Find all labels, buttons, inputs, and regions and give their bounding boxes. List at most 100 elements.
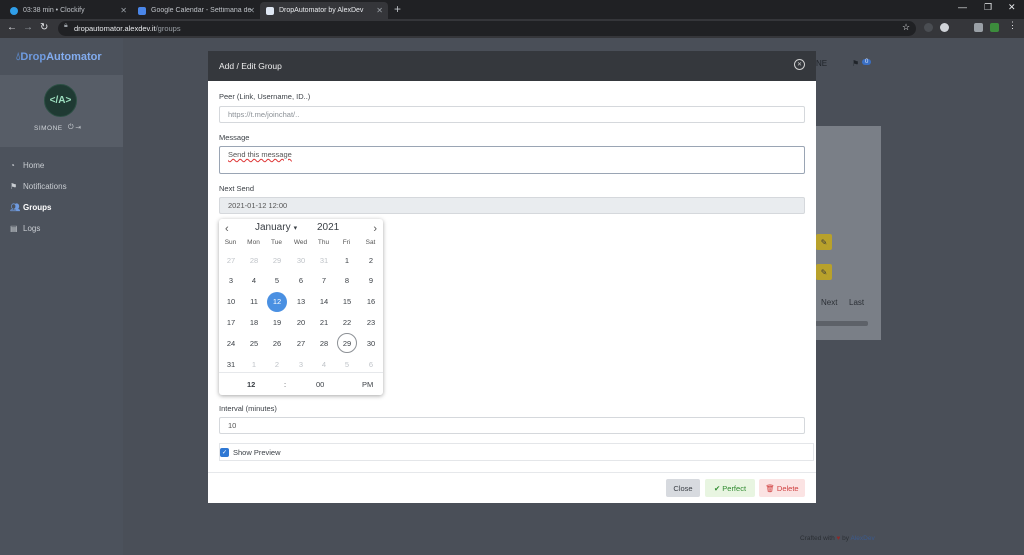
calendar-day[interactable]: 7 xyxy=(314,271,334,291)
calendar-day[interactable]: 26 xyxy=(267,333,287,353)
extension-icon[interactable] xyxy=(990,23,999,32)
calendar-day[interactable]: 5 xyxy=(267,271,287,291)
back-icon[interactable]: ← xyxy=(7,22,17,33)
close-icon[interactable]: ✕ xyxy=(376,6,383,15)
weekday-label: Mon xyxy=(247,239,260,246)
avatar: </A> xyxy=(44,84,77,117)
extension-icon[interactable] xyxy=(940,23,949,32)
close-icon[interactable]: ✕ xyxy=(794,59,805,70)
calendar-day[interactable]: 2 xyxy=(361,250,381,270)
calendar-day[interactable]: 30 xyxy=(291,250,311,270)
peer-input[interactable]: https://t.me/joinchat/.. xyxy=(219,106,805,123)
calendar-day[interactable]: 22 xyxy=(337,312,357,332)
author-link[interactable]: AlexDev xyxy=(851,535,875,542)
show-preview-row[interactable]: ✓ Show Preview xyxy=(219,443,814,461)
puzzle-icon[interactable] xyxy=(974,23,983,32)
show-preview-checkbox[interactable]: ✓ xyxy=(220,447,229,457)
calendar-day[interactable]: 21 xyxy=(314,312,334,332)
calendar-day[interactable]: 29 xyxy=(337,333,357,354)
sidebar-item-logs[interactable]: ▤ Logs xyxy=(10,224,40,233)
minimize-icon[interactable]: — xyxy=(958,2,967,12)
hour-input[interactable]: 12 xyxy=(247,380,255,389)
edit-icon[interactable]: ✎ xyxy=(816,264,832,280)
calendar-day[interactable]: 28 xyxy=(244,250,264,270)
calendar-day[interactable]: 25 xyxy=(244,333,264,353)
calendar-day[interactable]: 8 xyxy=(337,271,357,291)
ampm-toggle[interactable]: PM xyxy=(362,380,373,389)
prev-month-icon[interactable]: ‹ xyxy=(225,223,229,235)
browser-tab-bar: 03:38 min • Clockify ✕ Google Calendar -… xyxy=(0,0,1024,19)
forward-icon[interactable]: → xyxy=(23,22,33,33)
calendar-day[interactable]: 16 xyxy=(361,292,381,312)
calendar-day[interactable]: 19 xyxy=(267,312,287,332)
calendar-day[interactable]: 6 xyxy=(361,354,381,374)
calendar-day[interactable]: 17 xyxy=(221,312,241,332)
calendar-day[interactable]: 18 xyxy=(244,312,264,332)
calendar-day[interactable]: 27 xyxy=(221,250,241,270)
calendar-day[interactable]: 29 xyxy=(267,250,287,270)
sidebar-item-notifications[interactable]: ⚑ Notifications xyxy=(10,182,67,191)
calendar-day[interactable]: 6 xyxy=(291,271,311,291)
delete-button[interactable]: 🗑︎ Delete xyxy=(759,479,805,497)
calendar-day[interactable]: 31 xyxy=(314,250,334,270)
reload-icon[interactable]: ↻ xyxy=(40,22,48,33)
window-close-icon[interactable]: ✕ xyxy=(1008,2,1016,13)
calendar-day[interactable]: 9 xyxy=(361,271,381,291)
minute-input[interactable]: 00 xyxy=(316,380,324,389)
new-tab-icon[interactable]: + xyxy=(394,2,401,16)
calendar-day[interactable]: 4 xyxy=(244,271,264,291)
flag-icon[interactable]: ⚑ xyxy=(852,59,859,68)
url-field[interactable]: dropautomator.alexdev.it/groups xyxy=(58,21,916,36)
calendar-day[interactable]: 28 xyxy=(314,333,334,353)
pagination-last[interactable]: Last xyxy=(849,298,864,307)
restore-icon[interactable]: ❐ xyxy=(984,2,992,13)
calendar-day[interactable]: 12 xyxy=(267,291,287,312)
next-month-icon[interactable]: › xyxy=(373,223,377,235)
calendar-day[interactable]: 2 xyxy=(267,354,287,374)
brand-logo[interactable]: 💧︎DropAutomator xyxy=(16,51,102,64)
calendar-day[interactable]: 11 xyxy=(244,292,264,312)
calendar-day[interactable]: 23 xyxy=(361,312,381,332)
fingerprint-icon[interactable]: ⏻ xyxy=(68,124,74,131)
calendar-day[interactable]: 31 xyxy=(221,354,241,374)
calendar-day[interactable]: 20 xyxy=(291,312,311,332)
extension-icon[interactable] xyxy=(924,23,933,32)
tab-google-calendar[interactable]: Google Calendar - Settimana del ✕ xyxy=(132,2,260,19)
browser-address-bar: ← → ↻ dropautomator.alexdev.it/groups ☆ xyxy=(0,19,1024,38)
calendar-day[interactable]: 5 xyxy=(337,354,357,374)
month-select[interactable]: January ▾ xyxy=(255,222,297,233)
perfect-button[interactable]: ✔ Perfect xyxy=(705,479,755,497)
logout-icon[interactable]: ⇥ xyxy=(76,124,82,131)
calendar-day[interactable]: 15 xyxy=(337,292,357,312)
calendar-day[interactable]: 3 xyxy=(291,354,311,374)
calendar-day[interactable]: 10 xyxy=(221,292,241,312)
close-icon[interactable]: ✕ xyxy=(248,6,255,15)
calendar-day[interactable]: 1 xyxy=(337,250,357,270)
calendar-day[interactable]: 24 xyxy=(221,333,241,353)
calendar-day[interactable]: 4 xyxy=(314,354,334,374)
calendar-day[interactable]: 14 xyxy=(314,292,334,312)
close-icon[interactable]: ✕ xyxy=(120,6,127,15)
horizontal-scrollbar[interactable] xyxy=(815,321,868,326)
tab-dropautomator[interactable]: DropAutomator by AlexDev ✕ xyxy=(260,2,388,19)
year-input[interactable]: 2021 xyxy=(317,222,339,233)
tab-clockify[interactable]: 03:38 min • Clockify ✕ xyxy=(4,2,132,19)
next-send-input[interactable]: 2021-01-12 12:00 xyxy=(219,197,805,214)
calendar-day[interactable]: 3 xyxy=(221,271,241,291)
calendar-day[interactable]: 30 xyxy=(361,333,381,353)
calendar-day[interactable]: 13 xyxy=(291,292,311,312)
edit-icon[interactable]: ✎ xyxy=(816,234,832,250)
calendar-day[interactable]: 27 xyxy=(291,333,311,353)
sidebar-item-groups[interactable]: 👥︎ Groups xyxy=(10,203,51,212)
message-textarea[interactable]: Send this message xyxy=(219,146,805,174)
star-icon[interactable]: ☆ xyxy=(902,22,910,33)
calendar-day[interactable]: 1 xyxy=(244,354,264,374)
header-user[interactable]: NE xyxy=(816,59,827,68)
menu-dots-icon[interactable]: ⋮ xyxy=(1008,20,1017,30)
pagination-next[interactable]: Next xyxy=(821,298,837,307)
lock-icon: 🔒︎ xyxy=(64,22,68,29)
close-button[interactable]: Close xyxy=(666,479,700,497)
user-icons[interactable]: ⏻ ⇥ xyxy=(68,124,81,132)
sidebar-item-home[interactable]: ◔ Home xyxy=(10,161,44,170)
interval-input[interactable]: 10 xyxy=(219,417,805,434)
